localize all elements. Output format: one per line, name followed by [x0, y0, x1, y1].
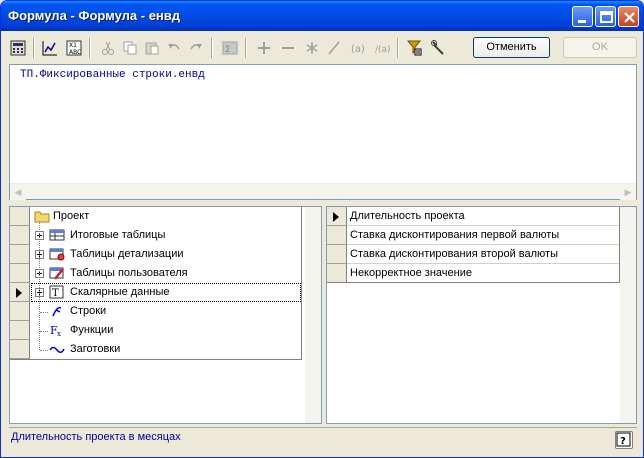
- plus-icon: [258, 42, 270, 54]
- toolbar: X1 ABC Σ (a) /(a) Отменить OK: [5, 35, 639, 61]
- tree-item-label: Проект: [53, 210, 90, 222]
- close-button[interactable]: [618, 6, 639, 27]
- string-icon: [52, 306, 62, 317]
- cut-icon: [102, 41, 114, 55]
- svg-text:T: T: [52, 288, 59, 299]
- svg-text:Σ: Σ: [225, 45, 231, 55]
- current-row-icon: [333, 212, 339, 222]
- divide-icon: [328, 41, 340, 55]
- filter-button[interactable]: [403, 37, 425, 59]
- tree-item-label: Заготовки: [70, 343, 121, 355]
- undo-icon: [168, 44, 180, 50]
- maximize-icon: [600, 11, 613, 23]
- tree-item-label: Функции: [70, 324, 114, 336]
- tree-item-label: Итоговые таблицы: [70, 229, 166, 241]
- formula-text: ТП.Фиксированные строки.енвд: [20, 69, 205, 81]
- minimize-button[interactable]: [572, 6, 593, 27]
- plus-button[interactable]: [253, 37, 275, 59]
- calculator-icon: [10, 40, 26, 56]
- formula-icon: Σ: [222, 41, 238, 55]
- paste-button[interactable]: [141, 37, 163, 59]
- list-item[interactable]: Длительность проекта: [327, 207, 636, 226]
- tree-item-detail-tables[interactable]: Таблицы детализации: [10, 245, 321, 264]
- tree-item-scalar-data[interactable]: T Скалярные данные: [10, 283, 321, 302]
- divide-brackets-icon: /(a): [375, 45, 390, 55]
- brackets-icon: (a): [351, 44, 365, 55]
- tree-item-summary-tables[interactable]: Итоговые таблицы: [10, 226, 321, 245]
- scroll-right-icon[interactable]: ▶: [620, 184, 636, 200]
- maximize-button[interactable]: [595, 6, 616, 27]
- list-item[interactable]: Некорректное значение: [327, 264, 636, 283]
- list-item-label: Длительность проекта: [350, 210, 465, 222]
- help-button[interactable]: ?: [615, 431, 633, 449]
- tree-item-templates[interactable]: Заготовки: [10, 340, 321, 359]
- wrench-icon: [431, 40, 444, 55]
- cut-button[interactable]: [97, 37, 119, 59]
- template-icon: [49, 346, 65, 353]
- minus-icon: [282, 47, 294, 49]
- object-tree-panel: Проект Итоговые таблицы Таблицы детализа…: [9, 206, 322, 424]
- svg-text:?: ?: [620, 436, 626, 447]
- tree-item-functions[interactable]: Fx Функции: [10, 321, 321, 340]
- status-bar: Длительность проекта в месяцах ?: [9, 427, 637, 451]
- list-item[interactable]: Ставка дисконтирования первой валюты: [327, 226, 636, 245]
- tree-item-label: Таблицы детализации: [70, 248, 184, 260]
- paste-icon: [145, 42, 159, 55]
- chart-icon: [42, 41, 57, 56]
- formula-editor[interactable]: ТП.Фиксированные строки.енвд ◀ ▶: [9, 64, 637, 200]
- help-icon: ?: [616, 432, 631, 447]
- chart-button[interactable]: [39, 37, 61, 59]
- copy-icon: [123, 41, 137, 55]
- list-item-label: Ставка дисконтирования первой валюты: [350, 229, 560, 241]
- formula-window: Формула - Формула - енвд X1 ABC Σ (a) /(…: [0, 0, 644, 458]
- function-icon: Fx: [50, 324, 61, 337]
- svg-text:X1: X1: [69, 42, 77, 49]
- cancel-button[interactable]: Отменить: [473, 37, 550, 58]
- undo-button[interactable]: [163, 37, 185, 59]
- tree-item-label: Таблицы пользователя: [70, 267, 188, 279]
- redo-button[interactable]: [185, 37, 207, 59]
- tree-item-label: Скалярные данные: [70, 286, 170, 298]
- multiply-icon: [306, 42, 318, 54]
- calculator-button[interactable]: [7, 37, 29, 59]
- svg-text:/(a): /(a): [375, 45, 390, 55]
- formula-button[interactable]: Σ: [219, 37, 241, 59]
- status-text: Длительность проекта в месяцах: [11, 431, 181, 443]
- divide-brackets-button[interactable]: /(a): [371, 37, 393, 59]
- filter-icon: [406, 40, 422, 56]
- redo-icon: [190, 44, 202, 50]
- folder-icon: [34, 211, 50, 223]
- scroll-left-icon[interactable]: ◀: [10, 184, 26, 200]
- wrench-button[interactable]: [427, 37, 449, 59]
- variables-icon: X1ABC: [66, 40, 82, 56]
- svg-text:ABC: ABC: [69, 49, 81, 56]
- variables-button[interactable]: X1 ABC: [63, 37, 85, 59]
- copy-button[interactable]: [119, 37, 141, 59]
- scalar-icon: T: [49, 285, 64, 299]
- svg-text:(a): (a): [351, 44, 365, 55]
- window-title: Формула - Формула - енвд: [8, 8, 181, 23]
- minimize-icon: [578, 20, 586, 23]
- close-icon: [624, 12, 635, 23]
- title-bar[interactable]: Формула - Формула - енвд: [1, 1, 643, 31]
- tree-item-label: Строки: [70, 305, 107, 317]
- minus-button[interactable]: [277, 37, 299, 59]
- editor-horizontal-scrollbar[interactable]: ◀ ▶: [10, 183, 636, 200]
- scalar-list-panel: Длительность проекта Ставка дисконтирова…: [326, 206, 637, 424]
- svg-text:x: x: [57, 330, 61, 337]
- tree-item-user-tables[interactable]: Таблицы пользователя: [10, 264, 321, 283]
- detail-table-icon: [49, 248, 65, 261]
- brackets-button[interactable]: (a): [347, 37, 369, 59]
- list-item-label: Некорректное значение: [350, 267, 472, 279]
- tree-item-project[interactable]: Проект: [10, 207, 321, 226]
- user-table-icon: [49, 267, 64, 280]
- ok-button[interactable]: OK: [563, 37, 637, 58]
- table-icon: [49, 229, 65, 241]
- tree-item-strings[interactable]: Строки: [10, 302, 321, 321]
- multiply-button[interactable]: [301, 37, 323, 59]
- list-item[interactable]: Ставка дисконтирования второй валюты: [327, 245, 636, 264]
- current-row-icon: [16, 288, 22, 298]
- list-item-label: Ставка дисконтирования второй валюты: [350, 248, 559, 260]
- divide-button[interactable]: [323, 37, 345, 59]
